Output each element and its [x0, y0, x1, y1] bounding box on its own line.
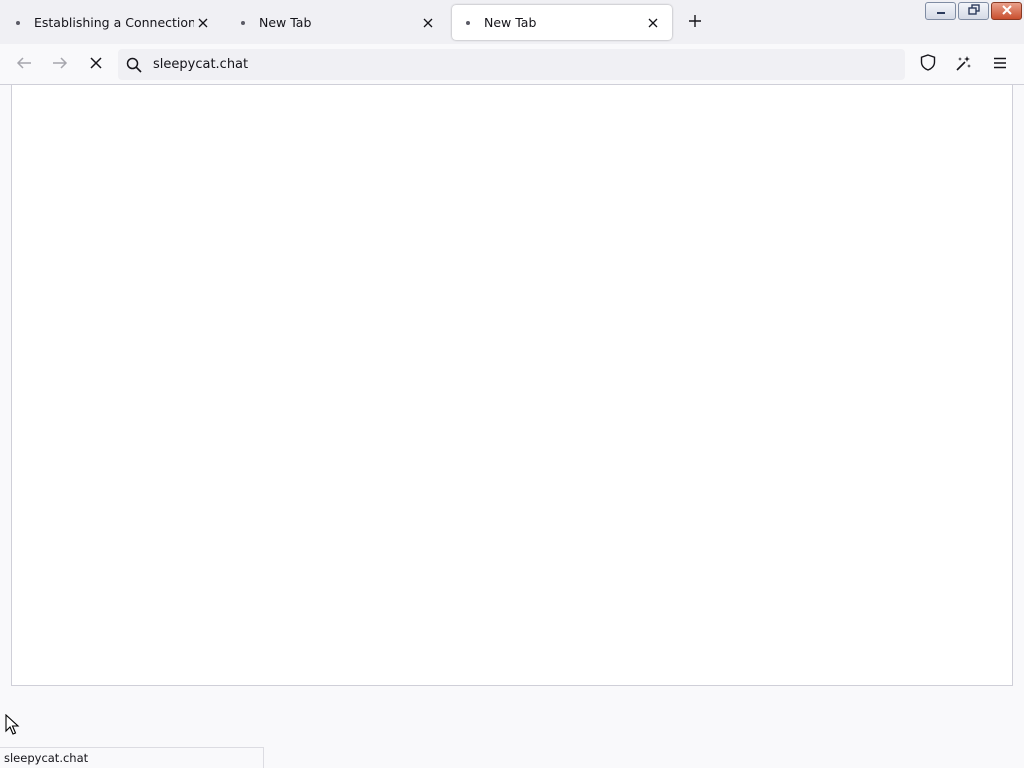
close-window-button[interactable]	[991, 2, 1022, 20]
tab-title: New Tab	[484, 15, 537, 30]
tab-loading-indicator	[466, 20, 470, 25]
tab-loading-indicator	[241, 20, 245, 25]
tab-new-tab-1[interactable]: New Tab	[227, 5, 447, 40]
hamburger-icon	[993, 57, 1007, 72]
status-text: sleepycat.chat	[4, 751, 89, 765]
shield-icon	[920, 54, 936, 74]
plus-icon	[688, 14, 702, 31]
tab-strip: Establishing a Connection New Tab New Ta…	[0, 0, 1024, 44]
tracking-protection-button[interactable]	[914, 50, 942, 78]
sparkle-icon	[955, 54, 973, 75]
close-tab-icon[interactable]	[644, 14, 662, 32]
navigation-toolbar	[0, 44, 1024, 85]
tab-new-tab-2-selected[interactable]: New Tab	[452, 5, 672, 40]
arrow-right-icon	[52, 56, 68, 73]
back-button[interactable]	[10, 50, 38, 78]
restore-button[interactable]	[958, 2, 989, 20]
application-menu-button[interactable]	[986, 50, 1014, 78]
mouse-pointer-icon	[5, 713, 21, 736]
minimize-button[interactable]	[925, 2, 956, 20]
stop-loading-button[interactable]	[82, 50, 110, 78]
stop-x-icon	[90, 56, 102, 72]
search-icon	[118, 49, 150, 80]
page-content-area[interactable]	[11, 85, 1013, 686]
tab-establishing-connection[interactable]: Establishing a Connection	[2, 5, 222, 40]
forward-button[interactable]	[46, 50, 74, 78]
minimize-icon	[935, 4, 947, 18]
close-icon	[1001, 4, 1012, 18]
url-input[interactable]	[150, 50, 850, 79]
tab-title: New Tab	[259, 15, 312, 30]
new-tab-button[interactable]	[681, 8, 709, 36]
arrow-left-icon	[16, 56, 32, 73]
extensions-button[interactable]	[950, 50, 978, 78]
restore-icon	[967, 4, 980, 18]
tab-title: Establishing a Connection	[34, 15, 194, 30]
address-bar[interactable]	[118, 49, 905, 80]
status-panel: sleepycat.chat	[0, 747, 264, 768]
tab-loading-indicator	[16, 20, 20, 25]
close-tab-icon[interactable]	[419, 14, 437, 32]
close-tab-icon[interactable]	[194, 14, 212, 32]
